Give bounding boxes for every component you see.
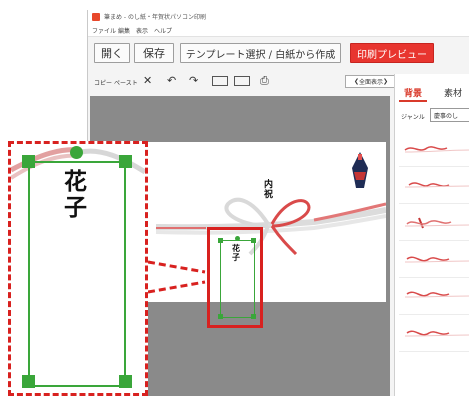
zoom-rotate-handle[interactable]	[70, 146, 83, 159]
resize-handle[interactable]	[251, 314, 256, 319]
name-text-zoomed[interactable]: 花子	[64, 169, 88, 221]
zoom-resize-handle[interactable]	[119, 155, 132, 168]
window-title: 筆まめ - のし紙・年賀状パソコン印刷	[104, 14, 206, 21]
zoom-source-frame: 花子	[207, 227, 263, 328]
undo-icon[interactable]: ↶	[167, 75, 176, 87]
paste-button[interactable]: ペースト	[114, 78, 138, 87]
app-logo-icon	[92, 13, 100, 21]
zoom-resize-handle[interactable]	[119, 375, 132, 388]
zoom-resize-handle[interactable]	[22, 375, 35, 388]
background-thumbnail[interactable]	[399, 241, 469, 278]
resize-handle[interactable]	[218, 238, 223, 243]
name-text-small[interactable]: 花子	[232, 244, 241, 262]
redo-icon[interactable]: ↷	[189, 75, 198, 87]
zoom-resize-handle[interactable]	[22, 155, 35, 168]
mizuhiki-decoration	[155, 152, 386, 256]
zoom-callout: 花子	[8, 141, 148, 396]
print-preview-button[interactable]: 印刷プレビュー	[350, 43, 434, 63]
background-thumbnail[interactable]	[399, 315, 469, 352]
material-panel: 背景 素材 ジャンル 慶事のし	[394, 74, 469, 396]
title-bar: 筆まめ - のし紙・年賀状パソコン印刷	[88, 10, 469, 24]
save-button[interactable]: 保存	[134, 43, 174, 63]
delete-icon[interactable]: ✕	[143, 75, 152, 87]
print-icon[interactable]: ⎙	[260, 75, 269, 87]
genre-label: ジャンル	[401, 114, 425, 121]
background-thumbnail-list	[399, 130, 469, 352]
rotate-handle[interactable]	[235, 236, 240, 241]
noshi-ornament	[352, 152, 368, 188]
background-thumbnail[interactable]	[399, 204, 469, 241]
template-select-button[interactable]: テンプレート選択 / 白紙から作成	[180, 43, 341, 63]
chevron-right-icon: ❯	[383, 78, 389, 85]
noshi-paper[interactable]: 内祝	[146, 142, 386, 302]
menu-bar: ファイル 編集 表示 ヘルプ	[88, 24, 469, 37]
menu-view[interactable]: 表示	[136, 26, 148, 35]
menu-file[interactable]: ファイル	[92, 26, 116, 35]
tab-material[interactable]: 素材	[439, 84, 467, 100]
resize-handle[interactable]	[218, 314, 223, 319]
open-button[interactable]: 開く	[94, 43, 130, 63]
menu-help[interactable]: ヘルプ	[154, 26, 172, 35]
background-thumbnail[interactable]	[399, 130, 469, 167]
background-thumbnail[interactable]	[399, 278, 469, 315]
text-box-icon[interactable]	[212, 76, 228, 86]
copy-button[interactable]: コピー	[94, 78, 112, 87]
tab-background[interactable]: 背景	[399, 84, 428, 102]
resize-handle[interactable]	[251, 238, 256, 243]
genre-select[interactable]: 慶事のし	[430, 108, 469, 122]
menu-edit[interactable]: 編集	[118, 26, 130, 35]
full-view-button[interactable]: ❮ 全面表示 ❯	[345, 75, 397, 88]
full-view-label: 全面表示	[358, 79, 383, 86]
image-box-icon[interactable]	[234, 76, 250, 86]
omotegaki-text[interactable]: 内祝	[264, 180, 276, 200]
background-thumbnail[interactable]	[399, 167, 469, 204]
